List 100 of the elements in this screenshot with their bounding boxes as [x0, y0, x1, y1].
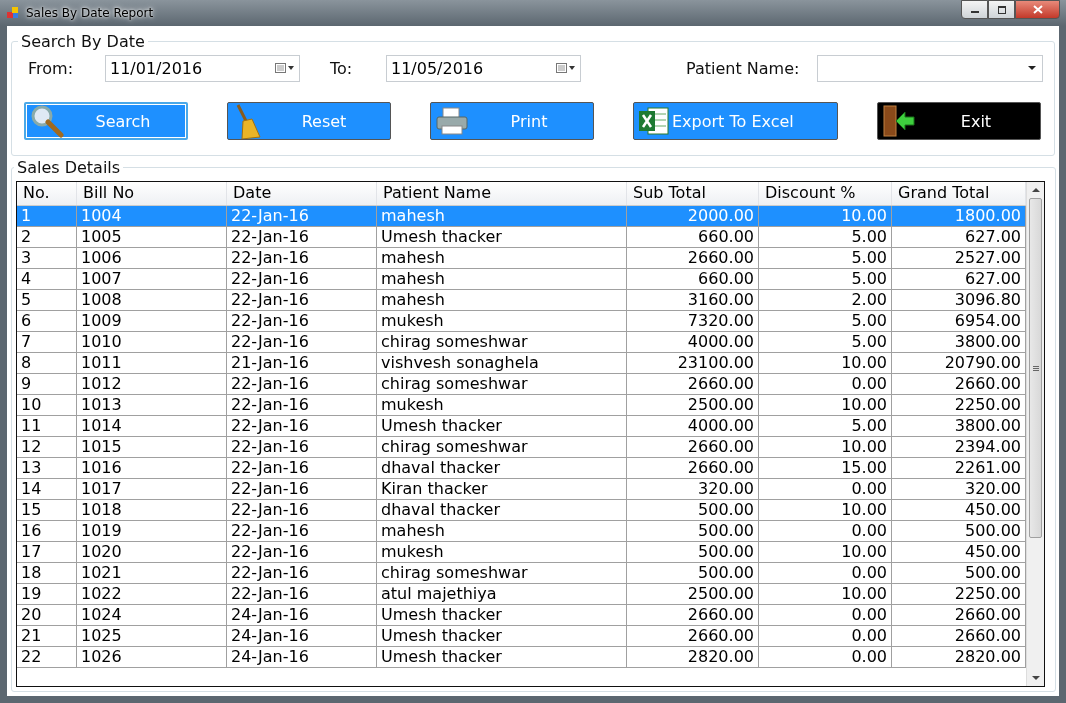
- table-cell: 0.00: [759, 626, 892, 646]
- table-cell: 22-Jan-16: [227, 500, 377, 520]
- exit-button[interactable]: Exit: [877, 102, 1041, 140]
- maximize-button[interactable]: [988, 0, 1015, 19]
- table-cell: 4000.00: [627, 332, 759, 352]
- column-header[interactable]: Patient Name: [377, 182, 627, 205]
- table-cell: 1004: [77, 206, 227, 226]
- table-cell: 15: [17, 500, 77, 520]
- table-row[interactable]: 17 1020 22-Jan-16 mukesh 500.00 10.00 450.00: [17, 542, 1026, 563]
- column-header[interactable]: Bill No: [77, 182, 227, 205]
- to-label: To:: [330, 58, 354, 78]
- table-cell: 5.00: [759, 332, 892, 352]
- table-cell: 4000.00: [627, 416, 759, 436]
- table-cell: 23100.00: [627, 353, 759, 373]
- table-row[interactable]: 5 1008 22-Jan-16 mahesh 3160.00 2.00 3096.80: [17, 290, 1026, 311]
- table-cell: 13: [17, 458, 77, 478]
- table-cell: 18: [17, 563, 77, 583]
- table-cell: mukesh: [377, 542, 627, 562]
- table-cell: 10.00: [759, 353, 892, 373]
- table-cell: 1006: [77, 248, 227, 268]
- scrollbar-thumb[interactable]: [1029, 198, 1042, 538]
- table-cell: 22: [17, 647, 77, 667]
- door-arrow-icon: [882, 104, 916, 138]
- table-row[interactable]: 11 1014 22-Jan-16 Umesh thacker 4000.00 5.00 3800.00: [17, 416, 1026, 437]
- table-cell: 7: [17, 332, 77, 352]
- table-cell: 19: [17, 584, 77, 604]
- table-row[interactable]: 14 1017 22-Jan-16 Kiran thacker 320.00 0.00 320.00: [17, 479, 1026, 500]
- table-cell: mahesh: [377, 206, 627, 226]
- table-cell: 2660.00: [627, 374, 759, 394]
- table-cell: mahesh: [377, 521, 627, 541]
- column-header[interactable]: No.: [17, 182, 77, 205]
- spreadsheet-icon: [638, 105, 670, 137]
- table-row[interactable]: 21 1025 24-Jan-16 Umesh thacker 2660.00 0.00 2660.00: [17, 626, 1026, 647]
- table-row[interactable]: 15 1018 22-Jan-16 dhaval thacker 500.00 10.00 450.00: [17, 500, 1026, 521]
- maximize-icon: [996, 5, 1007, 14]
- table-row[interactable]: 7 1010 22-Jan-16 chirag someshwar 4000.00 5.00 3800.00: [17, 332, 1026, 353]
- table-cell: 8: [17, 353, 77, 373]
- table-cell: mukesh: [377, 395, 627, 415]
- table-cell: 500.00: [627, 563, 759, 583]
- table-cell: 660.00: [627, 269, 759, 289]
- close-button[interactable]: [1015, 0, 1060, 19]
- table-cell: 2820.00: [627, 647, 759, 667]
- from-date-picker[interactable]: 11/01/2016: [105, 54, 300, 82]
- table-row[interactable]: 22 1026 24-Jan-16 Umesh thacker 2820.00 0.00 2820.00: [17, 647, 1026, 668]
- table-row[interactable]: 13 1016 22-Jan-16 dhaval thacker 2660.00 15.00 2261.00: [17, 458, 1026, 479]
- table-row[interactable]: 2 1005 22-Jan-16 Umesh thacker 660.00 5.00 627.00: [17, 227, 1026, 248]
- table-cell: 2000.00: [627, 206, 759, 226]
- table-cell: 22-Jan-16: [227, 248, 377, 268]
- table-cell: 5: [17, 290, 77, 310]
- table-row[interactable]: 4 1007 22-Jan-16 mahesh 660.00 5.00 627.00: [17, 269, 1026, 290]
- table-cell: 22-Jan-16: [227, 395, 377, 415]
- table-row[interactable]: 19 1022 22-Jan-16 atul majethiya 2500.00 10.00 2250.00: [17, 584, 1026, 605]
- table-row[interactable]: 18 1021 22-Jan-16 chirag someshwar 500.00 0.00 500.00: [17, 563, 1026, 584]
- table-cell: 3160.00: [627, 290, 759, 310]
- table-row[interactable]: 10 1013 22-Jan-16 mukesh 2500.00 10.00 2250.00: [17, 395, 1026, 416]
- table-row[interactable]: 16 1019 22-Jan-16 mahesh 500.00 0.00 500.00: [17, 521, 1026, 542]
- table-row[interactable]: 9 1012 22-Jan-16 chirag someshwar 2660.00 0.00 2660.00: [17, 374, 1026, 395]
- scrollbar[interactable]: [1026, 182, 1044, 686]
- table-row[interactable]: 8 1011 21-Jan-16 vishvesh sonaghela 23100.00 10.00 20790.00: [17, 353, 1026, 374]
- table-cell: 22-Jan-16: [227, 311, 377, 331]
- table-cell: 0.00: [759, 605, 892, 625]
- to-date-picker[interactable]: 11/05/2016: [386, 54, 581, 82]
- table-cell: vishvesh sonaghela: [377, 353, 627, 373]
- table-cell: 10.00: [759, 437, 892, 457]
- table-cell: 16: [17, 521, 77, 541]
- table-cell: 1022: [77, 584, 227, 604]
- table-cell: Umesh thacker: [377, 626, 627, 646]
- table-cell: 22-Jan-16: [227, 269, 377, 289]
- table-cell: 20: [17, 605, 77, 625]
- table-cell: 22-Jan-16: [227, 479, 377, 499]
- table-cell: 24-Jan-16: [227, 626, 377, 646]
- table-cell: 1014: [77, 416, 227, 436]
- table-cell: 1017: [77, 479, 227, 499]
- table-cell: 22-Jan-16: [227, 437, 377, 457]
- table-cell: Umesh thacker: [377, 605, 627, 625]
- minimize-button[interactable]: [961, 0, 988, 19]
- table-cell: 5.00: [759, 311, 892, 331]
- table-cell: 14: [17, 479, 77, 499]
- caret-icon: [1028, 65, 1036, 71]
- table-cell: 1024: [77, 605, 227, 625]
- column-header[interactable]: Discount %: [759, 182, 892, 205]
- column-header[interactable]: Date: [227, 182, 377, 205]
- table-row[interactable]: 20 1024 24-Jan-16 Umesh thacker 2660.00 0.00 2660.00: [17, 605, 1026, 626]
- table-cell: 22-Jan-16: [227, 563, 377, 583]
- table-cell: 11: [17, 416, 77, 436]
- table-cell: 10.00: [759, 206, 892, 226]
- table-cell: 1013: [77, 395, 227, 415]
- table-cell: 1007: [77, 269, 227, 289]
- table-cell: 1020: [77, 542, 227, 562]
- table-row[interactable]: 6 1009 22-Jan-16 mukesh 7320.00 5.00 6954.00: [17, 311, 1026, 332]
- table-cell: 10.00: [759, 584, 892, 604]
- column-header[interactable]: Sub Total: [627, 182, 759, 205]
- table-cell: 1009: [77, 311, 227, 331]
- table-cell: dhaval thacker: [377, 500, 627, 520]
- table-cell: 10: [17, 395, 77, 415]
- table-cell: 10.00: [759, 542, 892, 562]
- table-row[interactable]: 3 1006 22-Jan-16 mahesh 2660.00 5.00 2527.00: [17, 248, 1026, 269]
- patient-name-label: Patient Name:: [686, 58, 801, 78]
- table-cell: atul majethiya: [377, 584, 627, 604]
- table-row[interactable]: 12 1015 22-Jan-16 chirag someshwar 2660.00 10.00 2394.00: [17, 437, 1026, 458]
